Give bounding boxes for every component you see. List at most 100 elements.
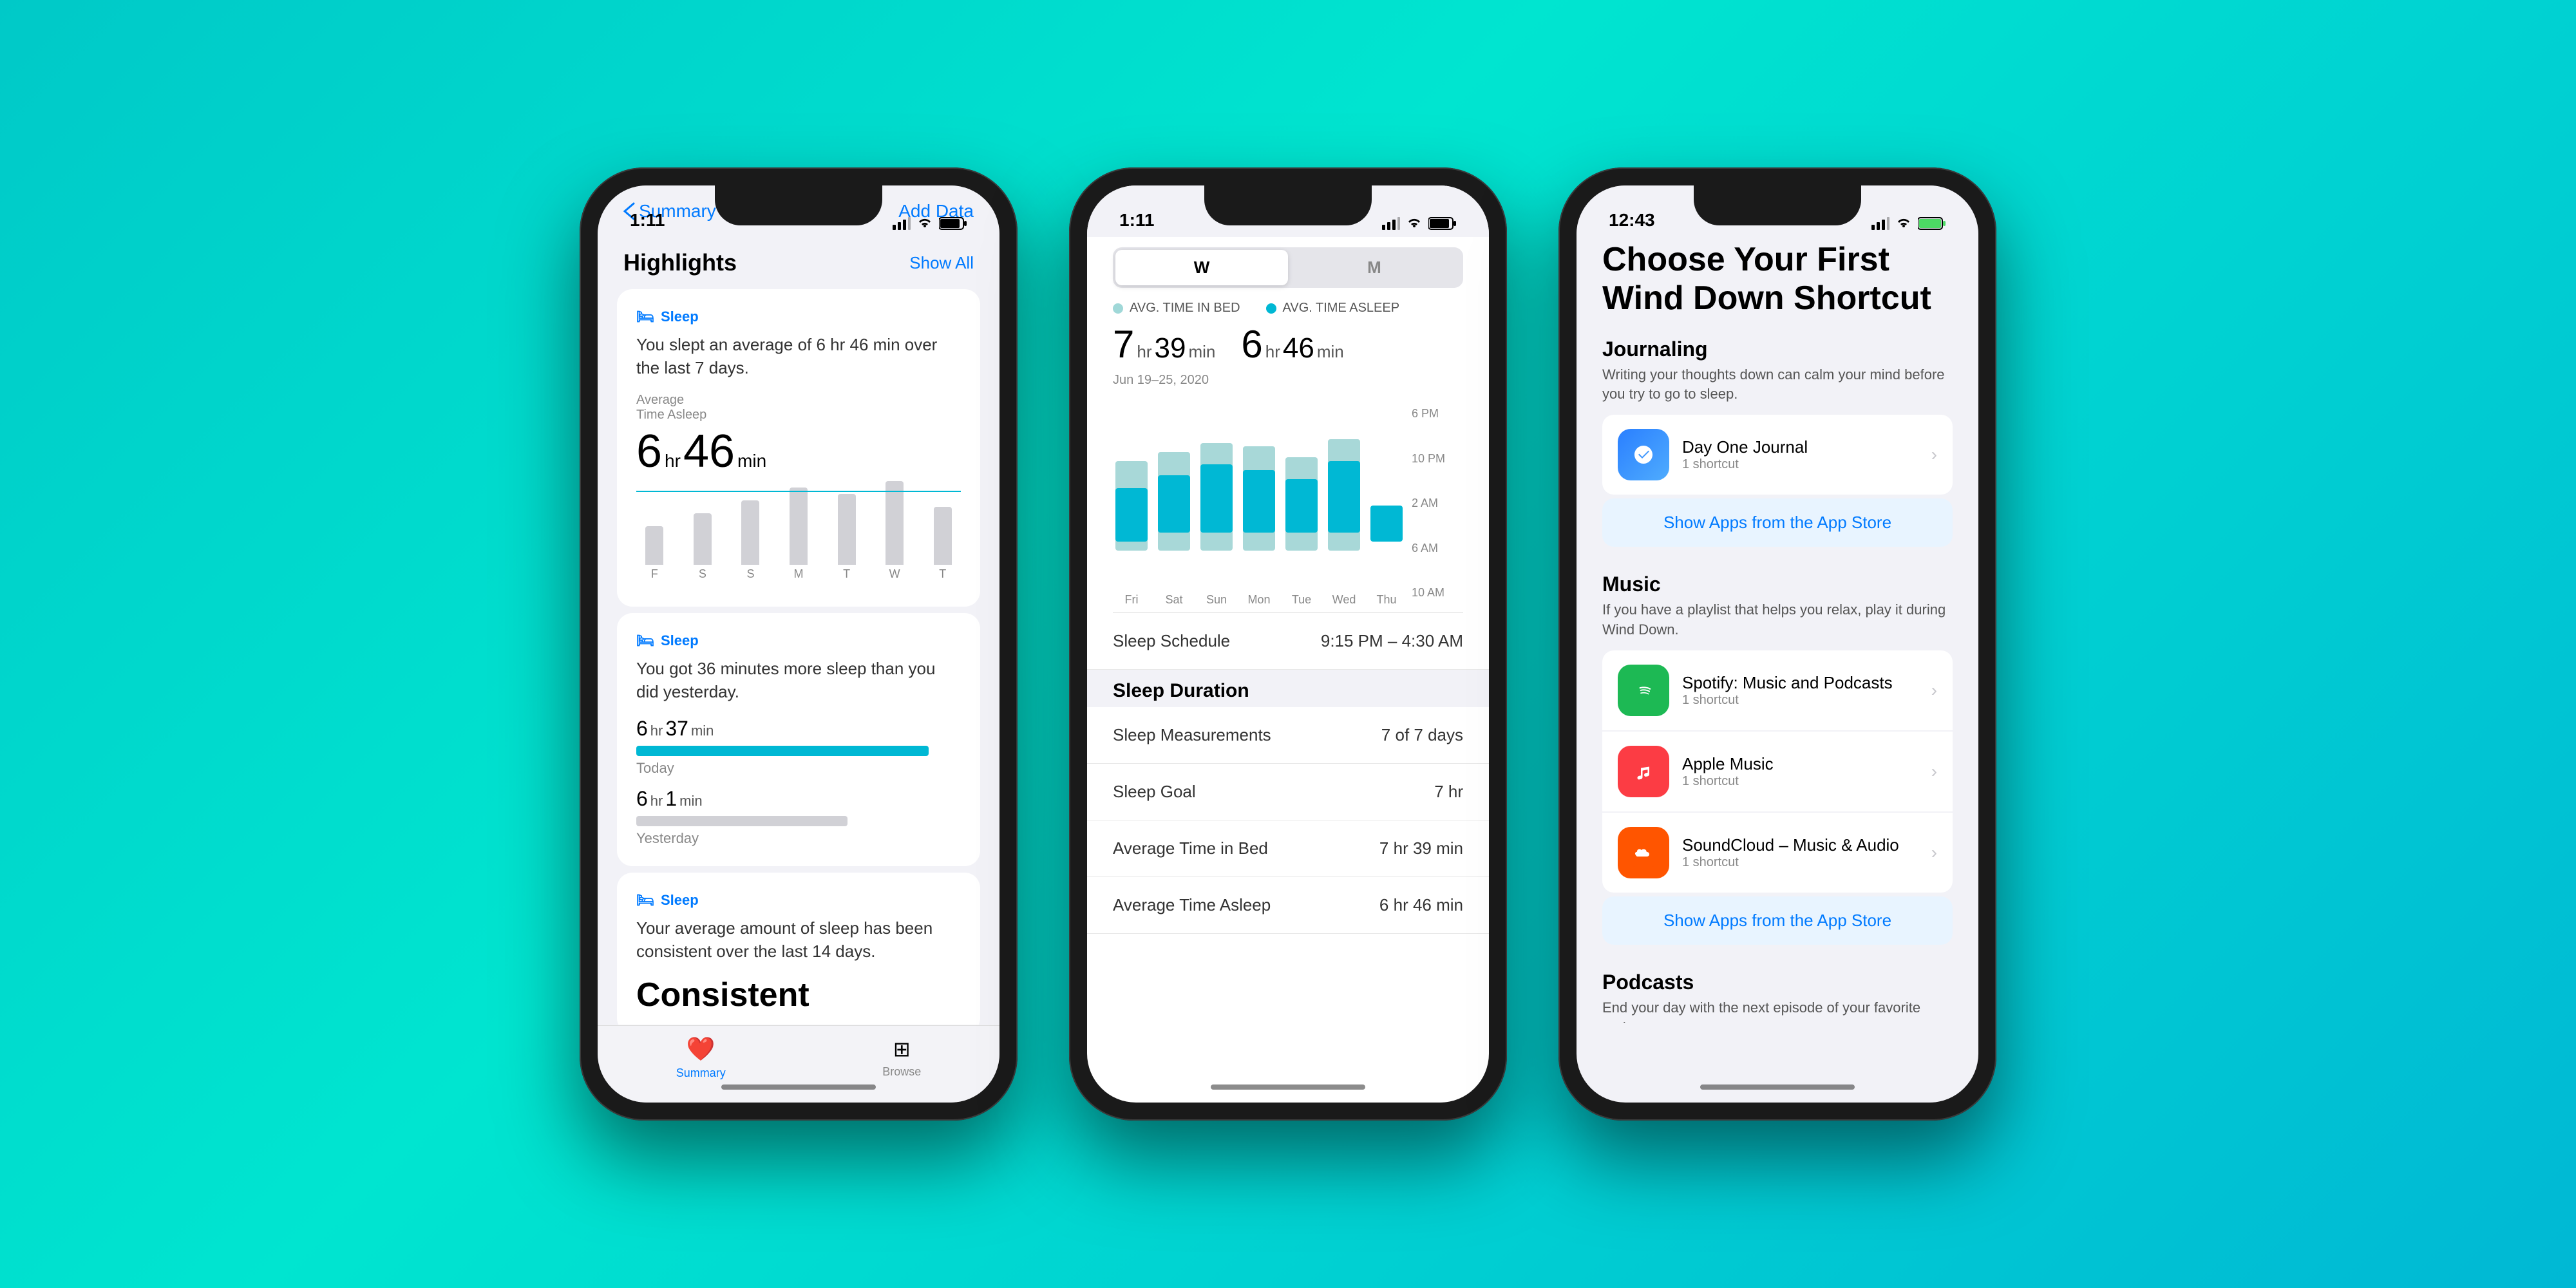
spotify-info: Spotify: Music and Podcasts 1 shortcut [1682, 673, 1931, 708]
measurements-row: Sleep Measurements 7 of 7 days [1087, 707, 1489, 764]
card-text-3: Your average amount of sleep has been co… [636, 916, 961, 963]
dayone-icon [1618, 429, 1669, 480]
spotify-sub: 1 shortcut [1682, 693, 1931, 708]
browse-icon: ⊞ [893, 1037, 911, 1061]
home-bar-2 [1211, 1084, 1365, 1090]
sleep-bars-area [1113, 407, 1405, 587]
goal-row: Sleep Goal 7 hr [1087, 764, 1489, 820]
yest-stat: 6 hr 1 min [636, 787, 961, 811]
status-icons-1 [893, 216, 967, 231]
battery-icon-3 [1918, 216, 1946, 231]
consistent-sleep-card: 🛏 Sleep Your average amount of sleep has… [617, 873, 980, 1025]
applemusic-chevron: › [1931, 761, 1937, 782]
schedule-row: Sleep Schedule 9:15 PM – 4:30 AM [1087, 613, 1489, 670]
sleep-bar-thu [1368, 407, 1405, 587]
home-bar-1 [721, 1084, 876, 1090]
dayone-chevron: › [1931, 444, 1937, 465]
applemusic-icon [1618, 746, 1669, 797]
sleep-bar-mon [1240, 407, 1278, 587]
legend-row: AVG. TIME IN BED AVG. TIME ASLEEP [1087, 301, 1489, 322]
scroll-area-3: Journaling Writing your thoughts down ca… [1577, 325, 1978, 1023]
heart-icon: ❤️ [687, 1036, 715, 1063]
dayone-sub: 1 shortcut [1682, 457, 1931, 472]
music-desc: If you have a playlist that helps you re… [1602, 600, 1953, 640]
legend-dot-bed [1113, 303, 1123, 314]
phone-1: 1:11 Summary Sleep Add Data H [580, 167, 1018, 1121]
wifi-icon [917, 217, 933, 230]
consistent-label: Consistent [636, 976, 961, 1014]
music-store-link[interactable]: Show Apps from the App Store [1602, 896, 1953, 945]
wifi-icon-2 [1406, 217, 1422, 230]
legend-asleep: AVG. TIME ASLEEP [1266, 301, 1400, 316]
sleep-bar-chart: F S S M T W T [636, 491, 961, 581]
highlights-header: Highlights Show All [598, 236, 999, 283]
big-stats-row: 7 hr 39 min 6 hr 46 min [1087, 322, 1489, 373]
soundcloud-info: SoundCloud – Music & Audio 1 shortcut [1682, 835, 1931, 870]
phone-3: 12:43 Cancel Choose Your First Wind Down… [1558, 167, 1996, 1121]
stat-block-2: 6 hr 46 min [1241, 322, 1343, 366]
spotify-icon [1618, 665, 1669, 716]
card-category-3: 🛏 Sleep [636, 892, 961, 909]
dayone-info: Day One Journal 1 shortcut [1682, 437, 1931, 472]
time-labels: 6 PM 10 PM 2 AM 6 AM 10 AM [1412, 394, 1463, 612]
seg-month[interactable]: M [1288, 250, 1461, 285]
applemusic-row[interactable]: Apple Music 1 shortcut › [1602, 732, 1953, 811]
duration-header: Sleep Duration [1087, 670, 1489, 707]
soundcloud-row[interactable]: SoundCloud – Music & Audio 1 shortcut › [1602, 813, 1953, 893]
sleep-bar-sun [1198, 407, 1235, 587]
bottom-tab-1: ❤️ Summary ⊞ Browse [598, 1025, 999, 1103]
status-icons-2 [1382, 216, 1457, 231]
day-labels: Fri Sat Sun Mon Tue Wed Thu [1113, 587, 1405, 612]
legend-dot-asleep [1266, 303, 1276, 314]
status-time-3: 12:43 [1609, 210, 1655, 231]
journaling-desc: Writing your thoughts down can calm your… [1602, 365, 1953, 405]
battery-icon-2 [1428, 216, 1457, 231]
podcasts-section: Podcasts End your day with the next epis… [1577, 958, 1978, 1023]
dayone-name: Day One Journal [1682, 437, 1931, 457]
soundcloud-name: SoundCloud – Music & Audio [1682, 835, 1931, 855]
soundcloud-chevron: › [1931, 842, 1937, 863]
avg-bed-row: Average Time in Bed 7 hr 39 min [1087, 820, 1489, 877]
sleep-bar-fri [1113, 407, 1150, 587]
avg-sleep-card: 🛏 Sleep You slept an average of 6 hr 46 … [617, 289, 980, 607]
phone-2-screen: 1:11 Sleep Done W M [1087, 185, 1489, 1103]
card-category-2: 🛏 Sleep [636, 632, 961, 649]
journaling-store-link[interactable]: Show Apps from the App Store [1602, 498, 1953, 547]
wifi-icon-3 [1896, 217, 1911, 230]
journaling-section: Journaling Writing your thoughts down ca… [1577, 325, 1978, 560]
soundcloud-icon [1618, 827, 1669, 878]
signal-icon-3 [1871, 217, 1889, 230]
avg-asleep-row: Average Time Asleep 6 hr 46 min [1087, 877, 1489, 934]
tab-summary[interactable]: ❤️ Summary [676, 1036, 726, 1080]
soundcloud-sub: 1 shortcut [1682, 855, 1931, 870]
phone-2: 1:11 Sleep Done W M [1069, 167, 1507, 1121]
stat2-value: 6 hr 46 min [1241, 322, 1343, 366]
applemusic-sub: 1 shortcut [1682, 774, 1931, 789]
dayone-row[interactable]: Day One Journal 1 shortcut › [1602, 415, 1953, 495]
stat1-value: 7 hr 39 min [1113, 322, 1215, 366]
card-text-1: You slept an average of 6 hr 46 min over… [636, 333, 961, 380]
music-section: Music If you have a playlist that helps … [1577, 560, 1978, 958]
podcasts-title: Podcasts [1602, 971, 1953, 994]
applemusic-info: Apple Music 1 shortcut [1682, 754, 1931, 789]
yesterday-sleep-card: 🛏 Sleep You got 36 minutes more sleep th… [617, 613, 980, 866]
stat-block-1: 7 hr 39 min [1113, 322, 1215, 366]
home-bar-3 [1700, 1084, 1855, 1090]
sleep-bar-sat [1155, 407, 1193, 587]
yesterday-bar [636, 816, 848, 826]
battery-icon [939, 216, 967, 231]
spotify-name: Spotify: Music and Podcasts [1682, 673, 1931, 693]
today-bar [636, 746, 929, 756]
music-title: Music [1602, 573, 1953, 596]
spotify-row[interactable]: Spotify: Music and Podcasts 1 shortcut › [1602, 650, 1953, 730]
show-all-link[interactable]: Show All [909, 253, 974, 273]
legend-bed: AVG. TIME IN BED [1113, 301, 1240, 316]
today-stat: 6 hr 37 min [636, 717, 961, 741]
phones-container: 1:11 Summary Sleep Add Data H [580, 167, 1996, 1121]
phone-3-screen: 12:43 Cancel Choose Your First Wind Down… [1577, 185, 1978, 1103]
spotify-chevron: › [1931, 680, 1937, 701]
podcasts-desc: End your day with the next episode of yo… [1602, 998, 1953, 1023]
card-category-1: 🛏 Sleep [636, 308, 961, 325]
seg-week[interactable]: W [1115, 250, 1288, 285]
tab-browse[interactable]: ⊞ Browse [882, 1037, 921, 1079]
